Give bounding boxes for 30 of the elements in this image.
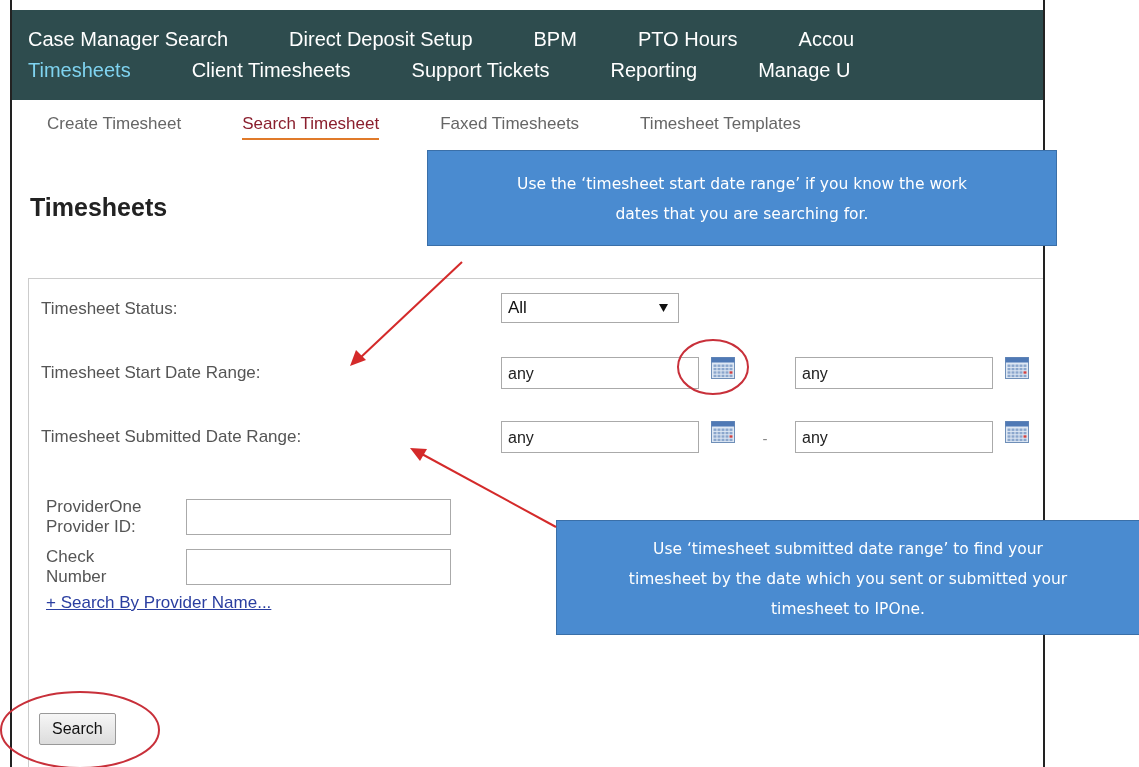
nav-link[interactable]: Client Timesheets (191, 59, 351, 82)
page-title: Timesheets (30, 192, 168, 222)
nav-link[interactable]: Timesheets (28, 59, 131, 82)
status-dropdown[interactable]: All (501, 293, 679, 323)
field-label: Timesheet Status: (41, 299, 179, 319)
tab[interactable]: Create Timesheet (47, 114, 182, 138)
date-field[interactable]: any (501, 357, 699, 389)
date-field[interactable]: any (795, 421, 993, 453)
nav-link[interactable]: Support Tickets (411, 59, 550, 82)
nav-link[interactable]: Accou (798, 28, 855, 51)
tab[interactable]: Search Timesheet (242, 114, 380, 140)
nav-link[interactable]: Manage U (758, 59, 851, 82)
nav-link[interactable]: PTO Hours (637, 28, 738, 51)
date-field[interactable]: any (795, 357, 993, 389)
callout-box: Use the ‘timesheet start date range’ if you know the work dates that you are searching for. (427, 150, 1057, 246)
nav-link[interactable]: Reporting (610, 59, 698, 82)
callout-box: Use ‘timesheet submitted date range’ to find your timesheet by the date which you sent or submitted your timesheet to IPOne. (556, 520, 1139, 635)
tab[interactable]: Timesheet Templates (640, 114, 801, 138)
nav-link[interactable]: Direct Deposit Setup (289, 28, 473, 51)
range-separator: - (761, 429, 769, 447)
date-field[interactable]: any (501, 421, 699, 453)
nav-link[interactable]: Case Manager Search (28, 28, 229, 51)
field-label: ProviderOne Provider ID: (46, 497, 143, 537)
search-by-name-link[interactable]: + Search By Provider Name... (46, 593, 272, 613)
field-label: Timesheet Submitted Date Range: (41, 427, 303, 447)
tab[interactable]: Faxed Timesheets (440, 114, 580, 138)
search-button[interactable]: Search (39, 713, 116, 745)
field-label: Check Number (46, 547, 108, 587)
field-label: Timesheet Start Date Range: (41, 363, 262, 383)
nav-link[interactable]: BPM (533, 28, 577, 51)
